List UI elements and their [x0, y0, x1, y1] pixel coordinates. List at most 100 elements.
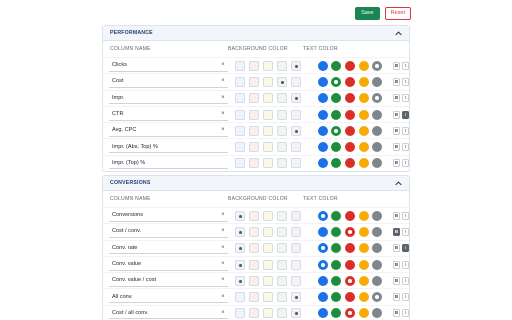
- text-color-option[interactable]: [372, 292, 383, 303]
- text-color-option[interactable]: [331, 158, 342, 169]
- text-color-option[interactable]: [372, 226, 383, 237]
- text-color-option[interactable]: [331, 76, 342, 87]
- background-swatch[interactable]: [234, 243, 245, 254]
- text-color-option[interactable]: [345, 125, 356, 136]
- text-color-option[interactable]: [372, 259, 383, 270]
- column-name-field[interactable]: Cost / conv. ×: [109, 226, 228, 238]
- italic-toggle[interactable]: I: [402, 244, 409, 253]
- text-color-option[interactable]: [317, 210, 328, 221]
- text-color-option[interactable]: [358, 275, 369, 286]
- background-swatch[interactable]: [234, 109, 245, 120]
- italic-toggle[interactable]: I: [402, 309, 409, 318]
- text-color-option[interactable]: [372, 93, 383, 104]
- text-color-option[interactable]: [317, 226, 328, 237]
- column-name-field[interactable]: Impr. (Top) %: [109, 157, 228, 170]
- italic-toggle[interactable]: I: [402, 293, 409, 302]
- text-color-option[interactable]: [345, 275, 356, 286]
- background-swatch[interactable]: [248, 125, 259, 136]
- background-swatch[interactable]: [290, 76, 301, 87]
- text-color-option[interactable]: [317, 243, 328, 254]
- text-color-option[interactable]: [345, 226, 356, 237]
- text-color-option[interactable]: [345, 210, 356, 221]
- background-swatch[interactable]: [234, 93, 245, 104]
- italic-toggle[interactable]: I: [402, 260, 409, 269]
- background-swatch[interactable]: [290, 243, 301, 254]
- background-swatch[interactable]: [276, 226, 287, 237]
- chevron-up-icon[interactable]: [394, 179, 402, 187]
- column-name-field[interactable]: Conversions ×: [109, 210, 228, 222]
- text-color-option[interactable]: [358, 292, 369, 303]
- background-swatch[interactable]: [276, 259, 287, 270]
- background-swatch[interactable]: [262, 76, 273, 87]
- column-name-field[interactable]: Conv. value ×: [109, 259, 228, 271]
- bold-toggle[interactable]: B: [393, 211, 400, 220]
- background-swatch[interactable]: [234, 308, 245, 319]
- bold-toggle[interactable]: B: [393, 260, 400, 269]
- background-swatch[interactable]: [262, 308, 273, 319]
- background-swatch[interactable]: [276, 210, 287, 221]
- background-swatch[interactable]: [234, 275, 245, 286]
- background-swatch[interactable]: [234, 60, 245, 71]
- bold-toggle[interactable]: B: [393, 159, 400, 168]
- background-swatch[interactable]: [248, 93, 259, 104]
- text-color-option[interactable]: [345, 243, 356, 254]
- text-color-option[interactable]: [358, 125, 369, 136]
- bold-toggle[interactable]: B: [393, 143, 400, 152]
- text-color-option[interactable]: [331, 308, 342, 319]
- background-swatch[interactable]: [234, 142, 245, 153]
- text-color-option[interactable]: [358, 109, 369, 120]
- background-swatch[interactable]: [248, 226, 259, 237]
- clear-icon[interactable]: ×: [221, 261, 225, 267]
- text-color-option[interactable]: [372, 125, 383, 136]
- column-name-field[interactable]: Impr. ×: [109, 92, 228, 105]
- background-swatch[interactable]: [276, 243, 287, 254]
- text-color-option[interactable]: [331, 125, 342, 136]
- italic-toggle[interactable]: I: [402, 227, 409, 236]
- text-color-option[interactable]: [317, 308, 328, 319]
- background-swatch[interactable]: [234, 226, 245, 237]
- text-color-option[interactable]: [345, 109, 356, 120]
- background-swatch[interactable]: [234, 125, 245, 136]
- text-color-option[interactable]: [345, 308, 356, 319]
- italic-toggle[interactable]: I: [402, 94, 409, 103]
- clear-icon[interactable]: ×: [221, 245, 225, 251]
- reset-button[interactable]: Reset: [384, 7, 411, 20]
- bold-toggle[interactable]: B: [393, 309, 400, 318]
- bold-toggle[interactable]: B: [393, 94, 400, 103]
- background-swatch[interactable]: [262, 226, 273, 237]
- background-swatch[interactable]: [276, 60, 287, 71]
- background-swatch[interactable]: [234, 210, 245, 221]
- background-swatch[interactable]: [276, 308, 287, 319]
- text-color-option[interactable]: [345, 142, 356, 153]
- background-swatch[interactable]: [290, 93, 301, 104]
- bold-toggle[interactable]: B: [393, 61, 400, 70]
- background-swatch[interactable]: [290, 259, 301, 270]
- text-color-option[interactable]: [345, 158, 356, 169]
- text-color-option[interactable]: [358, 93, 369, 104]
- conversions-header[interactable]: CONVERSIONS: [103, 176, 409, 191]
- background-swatch[interactable]: [290, 142, 301, 153]
- clear-icon[interactable]: ×: [221, 212, 225, 218]
- text-color-option[interactable]: [345, 292, 356, 303]
- clear-icon[interactable]: ×: [221, 62, 225, 68]
- italic-toggle[interactable]: I: [402, 211, 409, 220]
- background-swatch[interactable]: [248, 142, 259, 153]
- background-swatch[interactable]: [276, 292, 287, 303]
- text-color-option[interactable]: [358, 60, 369, 71]
- text-color-option[interactable]: [317, 275, 328, 286]
- text-color-option[interactable]: [317, 109, 328, 120]
- text-color-option[interactable]: [345, 93, 356, 104]
- background-swatch[interactable]: [262, 243, 273, 254]
- column-name-field[interactable]: Conv. rate ×: [109, 242, 228, 255]
- column-name-field[interactable]: Impr. (Abs. Top) %: [109, 141, 228, 154]
- background-swatch[interactable]: [290, 275, 301, 286]
- background-swatch[interactable]: [290, 308, 301, 319]
- background-swatch[interactable]: [276, 125, 287, 136]
- column-name-field[interactable]: CTR ×: [109, 109, 228, 121]
- background-swatch[interactable]: [248, 76, 259, 87]
- column-name-field[interactable]: Conv. value / cost ×: [109, 275, 228, 287]
- text-color-option[interactable]: [317, 76, 328, 87]
- text-color-option[interactable]: [358, 76, 369, 87]
- text-color-option[interactable]: [331, 109, 342, 120]
- text-color-option[interactable]: [372, 76, 383, 87]
